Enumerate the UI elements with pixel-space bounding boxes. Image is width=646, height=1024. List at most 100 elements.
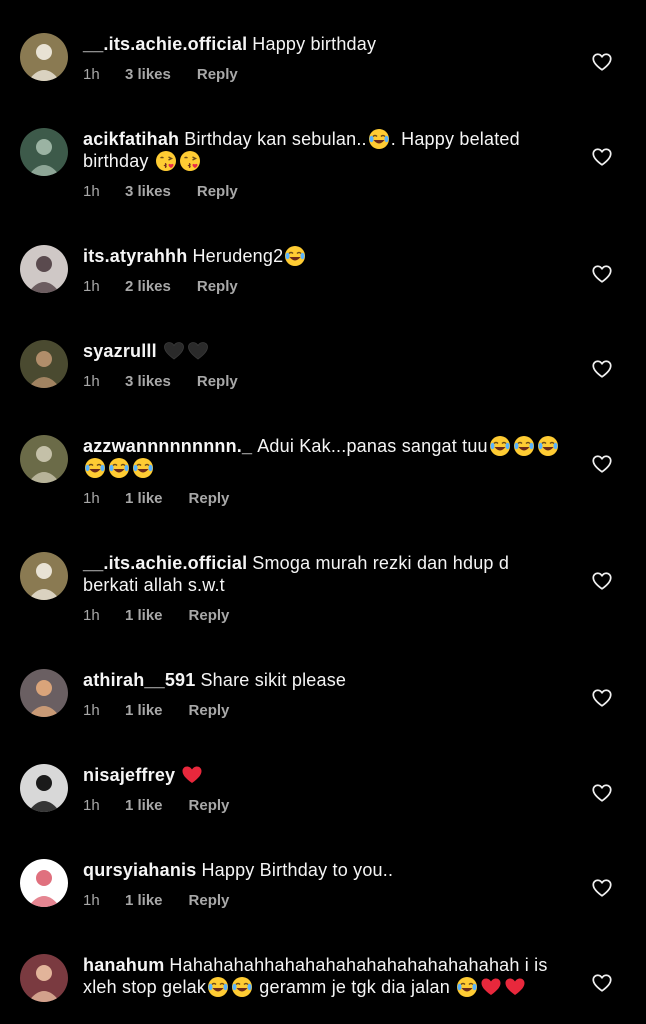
comment-likes[interactable]: 1 like — [125, 490, 163, 508]
comment-text: acikfatihah Birthday kan sebulan... Happy… — [83, 128, 563, 172]
black-heart-emoji — [187, 340, 209, 362]
heart-outline-icon[interactable] — [591, 687, 613, 709]
heart-outline-icon[interactable] — [591, 782, 613, 804]
comment-username[interactable]: __.its.achie.official — [83, 553, 247, 573]
kiss-emoji — [179, 150, 201, 172]
kiss-emoji — [155, 150, 177, 172]
comment-username[interactable]: __.its.achie.official — [83, 34, 247, 54]
black-heart-emoji — [163, 340, 185, 362]
comment-likes[interactable]: 1 like — [125, 797, 163, 815]
comment-text-segment: Adui Kak...panas sangat tuu — [257, 436, 488, 456]
reply-button[interactable]: Reply — [189, 490, 230, 508]
comment-time: 1h — [83, 892, 100, 909]
comment-likes[interactable]: 1 like — [125, 607, 163, 625]
comment-likes[interactable]: 3 likes — [125, 373, 171, 391]
comment-text: __.its.achie.official Happy birthday — [83, 33, 563, 55]
avatar[interactable] — [20, 764, 68, 812]
reply-button[interactable]: Reply — [189, 607, 230, 625]
comment-content: Happy birthday — [252, 34, 376, 54]
comment-body: qursyiahanis Happy Birthday to you.. 1h 1 … — [83, 859, 563, 910]
heart-outline-icon[interactable] — [591, 51, 613, 73]
comment-username[interactable]: its.atyrahhh — [83, 246, 187, 266]
comment-text: syazrulll — [83, 340, 563, 362]
comment-body: athirah__591 Share sikit please 1h 1 like R… — [83, 669, 563, 720]
comment-username[interactable]: athirah__591 — [83, 670, 195, 690]
comment-body: __.its.achie.official Happy birthday 1h 3 … — [83, 33, 563, 84]
comment-username[interactable]: qursyiahanis — [83, 860, 196, 880]
avatar[interactable] — [20, 33, 68, 81]
comment-body: hanahum Hahahahahhahahahahahahahahahahaha… — [83, 954, 563, 998]
heart-outline-icon[interactable] — [591, 263, 613, 285]
avatar[interactable] — [20, 245, 68, 293]
comment-body: acikfatihah Birthday kan sebulan... Happy… — [83, 128, 563, 201]
comment-likes[interactable]: 2 likes — [125, 278, 171, 296]
comment-username[interactable]: azzwannnnnnnnn._ — [83, 436, 252, 456]
reply-button[interactable]: Reply — [197, 66, 238, 84]
comment-content: Share sikit please — [200, 670, 346, 690]
comment-body: azzwannnnnnnnn._ Adui Kak...panas sangat … — [83, 435, 563, 508]
comment-username[interactable]: hanahum — [83, 955, 164, 975]
heart-outline-icon[interactable] — [591, 972, 613, 994]
heart-outline-icon[interactable] — [591, 877, 613, 899]
comment-text: hanahum Hahahahahhahahahahahahahahahahaha… — [83, 954, 563, 998]
comment-likes[interactable]: 3 likes — [125, 183, 171, 201]
comment-meta: 1h 1 like Reply — [83, 892, 563, 910]
comment-meta: 1h 1 like Reply — [83, 607, 563, 625]
comment-username[interactable]: acikfatihah — [83, 129, 179, 149]
comment-text-segment: Birthday kan sebulan.. — [184, 129, 367, 149]
avatar[interactable] — [20, 859, 68, 907]
heart-outline-icon[interactable] — [591, 358, 613, 380]
reply-button[interactable]: Reply — [197, 373, 238, 391]
avatar[interactable] — [20, 340, 68, 388]
comment-likes[interactable]: 1 like — [125, 702, 163, 720]
comment-content: Happy Birthday to you.. — [201, 860, 393, 880]
red-heart-emoji — [504, 976, 526, 998]
comment-text: nisajeffrey — [83, 764, 563, 786]
comment-text-segment: Share sikit please — [200, 670, 347, 690]
comment-likes[interactable]: 3 likes — [125, 66, 171, 84]
joy-emoji — [537, 435, 559, 457]
comment-username[interactable]: nisajeffrey — [83, 765, 175, 785]
avatar[interactable] — [20, 128, 68, 176]
comment-content — [162, 341, 210, 361]
joy-emoji — [284, 245, 306, 267]
reply-button[interactable]: Reply — [197, 278, 238, 296]
comment-meta: 1h 3 likes Reply — [83, 183, 563, 201]
comment-likes[interactable]: 1 like — [125, 892, 163, 910]
reply-button[interactable]: Reply — [189, 797, 230, 815]
comment-time: 1h — [83, 278, 100, 295]
comment-body: syazrulll 1h 3 likes Reply — [83, 340, 563, 391]
joy-emoji — [489, 435, 511, 457]
comment-time: 1h — [83, 183, 100, 200]
reply-button[interactable]: Reply — [189, 702, 230, 720]
comment-time: 1h — [83, 702, 100, 719]
comment-text-segment: Happy birthday — [252, 34, 377, 54]
joy-emoji — [132, 457, 154, 479]
comment-time: 1h — [83, 66, 100, 83]
heart-outline-icon[interactable] — [591, 146, 613, 168]
comment-time: 1h — [83, 797, 100, 814]
joy-emoji — [207, 976, 229, 998]
avatar[interactable] — [20, 552, 68, 600]
reply-button[interactable]: Reply — [197, 183, 238, 201]
comment-meta: 1h 3 likes Reply — [83, 373, 563, 391]
reply-button[interactable]: Reply — [189, 892, 230, 910]
comment-username[interactable]: syazrulll — [83, 341, 157, 361]
avatar[interactable] — [20, 435, 68, 483]
comment-text: qursyiahanis Happy Birthday to you.. — [83, 859, 563, 881]
heart-outline-icon[interactable] — [591, 453, 613, 475]
comment-time: 1h — [83, 490, 100, 507]
comment-meta: 1h 1 like Reply — [83, 797, 563, 815]
comment-time: 1h — [83, 373, 100, 390]
joy-emoji — [456, 976, 478, 998]
comment-body: its.atyrahhh Herudeng2 1h 2 likes Reply — [83, 245, 563, 296]
comment-body: nisajeffrey 1h 1 like Reply — [83, 764, 563, 815]
comment-meta: 1h 1 like Reply — [83, 702, 563, 720]
comment-text: azzwannnnnnnnn._ Adui Kak...panas sangat … — [83, 435, 563, 479]
joy-emoji — [108, 457, 130, 479]
comments-list: __.its.achie.official Happy birthday 1h 3 … — [0, 0, 646, 1024]
avatar[interactable] — [20, 954, 68, 1002]
heart-outline-icon[interactable] — [591, 570, 613, 592]
avatar[interactable] — [20, 669, 68, 717]
comment-time: 1h — [83, 607, 100, 624]
